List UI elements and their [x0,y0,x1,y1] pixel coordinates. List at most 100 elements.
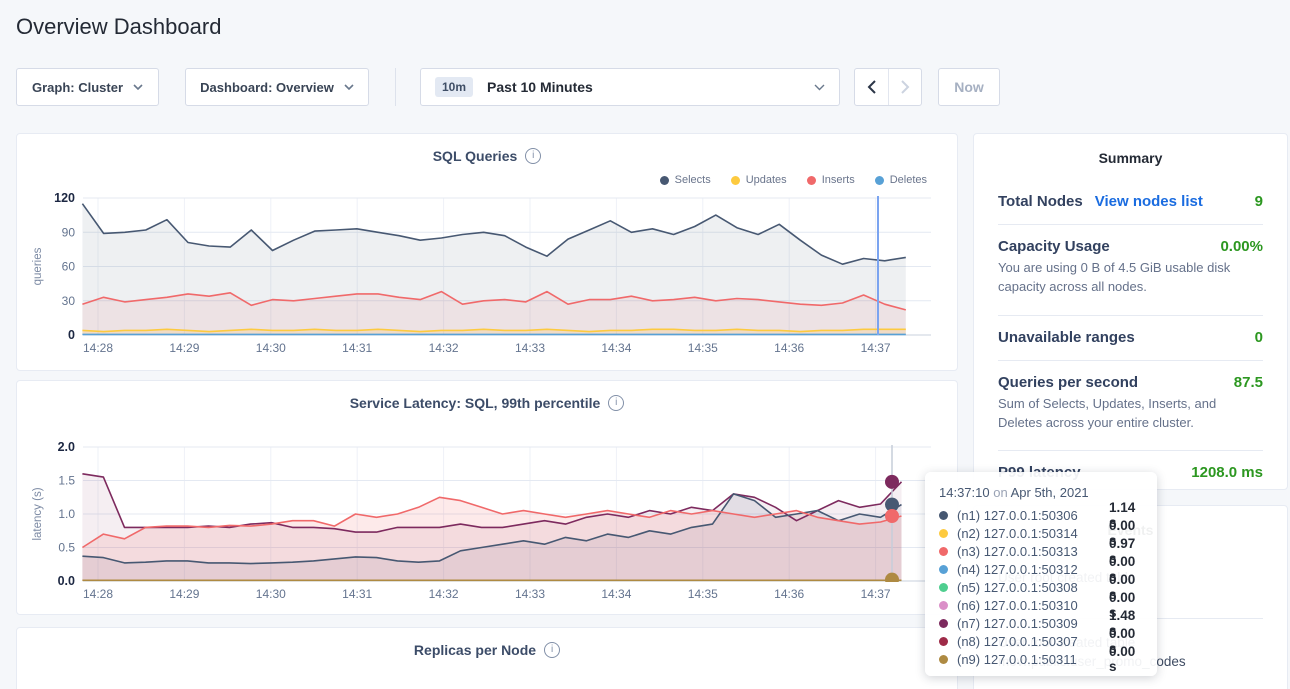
chart-hover-tooltip: 14:37:10 on Apr 5th, 2021 (n1) 127.0.0.1… [925,472,1157,676]
svg-text:14:35: 14:35 [688,341,718,355]
divider [998,360,1263,361]
tooltip-node-label: (n7) 127.0.0.1:50309 [957,616,1109,631]
tooltip-node-label: (n6) 127.0.0.1:50310 [957,598,1109,613]
svg-text:0: 0 [68,328,75,342]
divider [998,450,1263,451]
svg-text:14:33: 14:33 [515,341,545,355]
svg-text:14:34: 14:34 [601,587,631,601]
node-color-dot-icon [939,529,948,538]
svg-text:14:31: 14:31 [342,341,372,355]
tooltip-node-label: (n4) 127.0.0.1:50312 [957,562,1109,577]
now-button-label: Now [954,79,984,95]
svg-text:1.5: 1.5 [58,474,75,488]
svg-text:14:29: 14:29 [169,341,199,355]
summary-value: 0 [1255,329,1263,346]
tooltip-node-value: 0.00 s [1109,644,1143,674]
summary-value: 9 [1255,193,1263,210]
node-color-dot-icon [939,547,948,556]
chevron-down-icon [133,84,143,90]
svg-text:14:36: 14:36 [774,341,804,355]
tooltip-node-label: (n1) 127.0.0.1:50306 [957,508,1109,523]
hover-dot [885,509,899,523]
view-nodes-list-link[interactable]: View nodes list [1095,193,1203,210]
summary-description: You are using 0 B of 4.5 GiB usable disk… [998,259,1263,305]
tooltip-node-label: (n5) 127.0.0.1:50308 [957,580,1109,595]
svg-text:14:29: 14:29 [169,587,199,601]
summary-label: Queries per second [998,374,1138,391]
svg-text:14:36: 14:36 [774,587,804,601]
sql-queries-chart[interactable]: 14:28 14:29 14:30 14:31 14:32 14:33 14:34 14:35… [17,134,957,370]
summary-row-queries-per-second: Queries per second 87.5 [998,365,1263,395]
svg-text:90: 90 [62,225,76,239]
page-title: Overview Dashboard [16,14,221,40]
time-nav-group [854,68,922,106]
node-color-dot-icon [939,565,948,574]
summary-label: Total Nodes [998,193,1083,210]
divider [998,315,1263,316]
summary-value: 0.00% [1220,238,1263,255]
prev-range-button[interactable] [855,69,888,105]
tooltip-timestamp: 14:37:10 on Apr 5th, 2021 [939,485,1143,500]
now-button[interactable]: Now [938,68,1000,106]
svg-text:14:30: 14:30 [256,587,286,601]
graph-dropdown-label: Graph: Cluster [32,80,123,95]
svg-text:14:37: 14:37 [861,341,891,355]
hover-dot [885,475,899,489]
node-color-dot-icon [939,583,948,592]
svg-text:14:28: 14:28 [83,587,113,601]
svg-text:1.0: 1.0 [58,507,75,521]
dashboard-dropdown[interactable]: Dashboard: Overview [185,68,369,106]
summary-title: Summary [974,134,1287,166]
summary-row-total-nodes: Total Nodes View nodes list 9 [998,184,1263,214]
svg-text:14:28: 14:28 [83,341,113,355]
chevron-down-icon [344,84,354,90]
tooltip-node-label: (n2) 127.0.0.1:50314 [957,526,1109,541]
sql-queries-card: SQL Queries i SelectsUpdatesInsertsDelet… [16,133,958,371]
time-range-badge: 10m [435,77,473,97]
svg-text:0.0: 0.0 [58,574,75,588]
svg-text:14:32: 14:32 [429,341,459,355]
svg-text:120: 120 [54,191,75,205]
summary-value: 87.5 [1234,374,1263,391]
svg-text:14:32: 14:32 [429,587,459,601]
tooltip-row: (n9) 127.0.0.1:503110.00 s [939,650,1143,668]
next-range-button[interactable] [888,69,921,105]
time-range-selector[interactable]: 10m Past 10 Minutes [420,68,840,106]
svg-text:14:35: 14:35 [688,587,718,601]
svg-text:14:34: 14:34 [601,341,631,355]
summary-panel: Summary Total Nodes View nodes list 9 Ca… [973,133,1288,490]
summary-row-unavailable-ranges: Unavailable ranges 0 [998,320,1263,350]
node-color-dot-icon [939,619,948,628]
time-range-label: Past 10 Minutes [487,79,804,95]
node-color-dot-icon [939,601,948,610]
summary-value: 1208.0 ms [1191,464,1263,481]
svg-text:queries: queries [32,247,44,285]
tooltip-node-label: (n3) 127.0.0.1:50313 [957,544,1109,559]
hover-dot [885,573,899,587]
controls-divider [395,68,396,106]
summary-description: Sum of Selects, Updates, Inserts, and De… [998,395,1263,441]
replicas-per-node-card: Replicas per Node i [16,627,958,689]
node-color-dot-icon [939,637,948,646]
summary-row-capacity-usage: Capacity Usage 0.00% [998,229,1263,259]
chart-title-replicas-per-node: Replicas per Node [414,642,536,658]
summary-label: Unavailable ranges [998,329,1135,346]
divider [998,224,1263,225]
summary-label: Capacity Usage [998,238,1110,255]
info-icon[interactable]: i [544,642,560,658]
tooltip-node-label: (n8) 127.0.0.1:50307 [957,634,1109,649]
tooltip-node-label: (n9) 127.0.0.1:50311 [957,652,1109,667]
dashboard-dropdown-label: Dashboard: Overview [200,80,334,95]
svg-text:14:33: 14:33 [515,587,545,601]
service-latency-chart[interactable]: 14:2814:2914:3014:3114:3214:3314:3414:35… [17,381,957,614]
svg-text:14:30: 14:30 [256,341,286,355]
svg-text:latency (s): latency (s) [32,487,44,540]
node-color-dot-icon [939,655,948,664]
graph-dropdown[interactable]: Graph: Cluster [16,68,159,106]
svg-text:30: 30 [62,294,76,308]
svg-text:2.0: 2.0 [58,440,75,454]
service-latency-card: Service Latency: SQL, 99th percentile i … [16,380,958,615]
svg-text:60: 60 [62,260,76,274]
svg-text:14:37: 14:37 [861,587,891,601]
svg-text:0.5: 0.5 [58,541,75,555]
